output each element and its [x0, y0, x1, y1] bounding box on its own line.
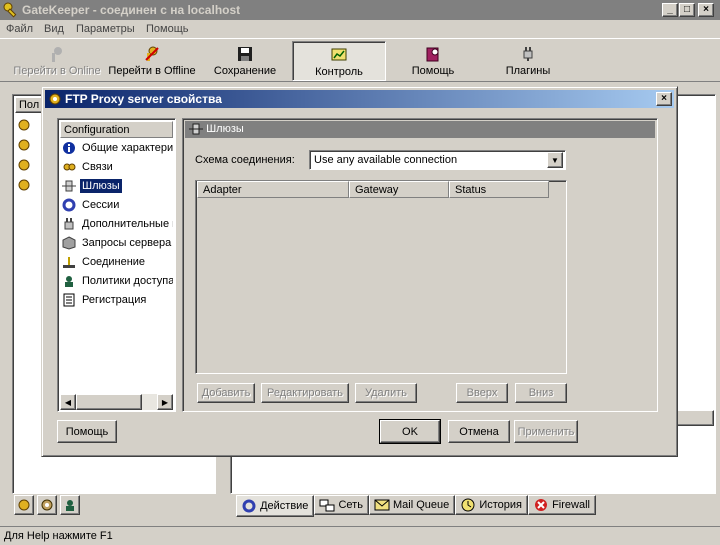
- gateway-icon: [189, 123, 203, 135]
- scroll-thumb[interactable]: [76, 394, 142, 410]
- tree-item-registration[interactable]: Регистрация: [62, 293, 148, 311]
- go-offline-button[interactable]: Перейти в Offline: [104, 41, 200, 81]
- dialog-title: FTP Proxy server свойства: [65, 92, 222, 106]
- tab-mail-queue[interactable]: Mail Queue: [368, 495, 456, 515]
- menu-file[interactable]: Файл: [6, 23, 33, 35]
- status-bar: Для Help нажмите F1: [0, 526, 720, 545]
- addons-icon: [64, 218, 74, 230]
- dialog-title-bar[interactable]: FTP Proxy server свойства ×: [45, 90, 674, 108]
- column-adapter[interactable]: Adapter: [197, 181, 349, 198]
- config-tree-header: Configuration: [60, 121, 173, 138]
- clock-icon: [461, 498, 475, 512]
- app-key-icon: [3, 2, 17, 18]
- dialog-gear-icon: [49, 93, 61, 105]
- toolbar: Перейти в Online Перейти в Offline Сохра…: [0, 38, 720, 82]
- view-tab-users[interactable]: [60, 495, 80, 515]
- plug-icon: [523, 47, 533, 61]
- move-up-button[interactable]: Вверх: [456, 383, 508, 403]
- scroll-right-button[interactable]: ▶: [157, 394, 173, 410]
- close-button[interactable]: ×: [698, 3, 714, 17]
- menu-options[interactable]: Параметры: [76, 23, 135, 35]
- view-tab-gears[interactable]: [37, 495, 57, 515]
- go-online-button[interactable]: Перейти в Online: [10, 41, 104, 81]
- edit-button[interactable]: Редактировать: [261, 383, 349, 403]
- tab-firewall[interactable]: Firewall: [528, 495, 596, 515]
- tab-history[interactable]: История: [455, 495, 529, 515]
- gateways-table[interactable]: Adapter Gateway Status: [195, 180, 567, 374]
- plugins-button[interactable]: Плагины: [490, 41, 566, 81]
- tree-item-sessions[interactable]: Сессии: [62, 198, 121, 216]
- maximize-button[interactable]: □: [679, 3, 695, 17]
- cancel-button[interactable]: Отмена: [448, 420, 510, 443]
- add-button[interactable]: Добавить: [197, 383, 255, 403]
- column-gateway[interactable]: Gateway: [349, 181, 449, 198]
- control-button[interactable]: Контроль: [292, 41, 386, 81]
- info-icon: [63, 142, 75, 154]
- scheme-label: Схема соединения:: [195, 154, 295, 166]
- floppy-disk-icon: [238, 47, 252, 61]
- column-status[interactable]: Status: [449, 181, 549, 198]
- servers-icon: [18, 499, 30, 511]
- stop-icon: [535, 499, 548, 511]
- arrows-cycle-icon: [242, 499, 256, 513]
- scheme-value: Use any available connection: [314, 154, 458, 166]
- key-offline-icon: [145, 46, 159, 61]
- access-policy-icon: [65, 276, 73, 287]
- save-button[interactable]: Сохранение: [206, 41, 284, 81]
- ok-button[interactable]: OK: [379, 419, 441, 444]
- tab-action[interactable]: Действие: [236, 495, 315, 517]
- connection-icon: [63, 257, 75, 268]
- properties-dialog: FTP Proxy server свойства × Configuratio…: [41, 86, 678, 457]
- server-requests-icon: [62, 236, 76, 250]
- network-icon: [319, 499, 335, 512]
- gateway-icon: [62, 180, 76, 192]
- registration-icon: [63, 293, 75, 307]
- tree-horizontal-scrollbar[interactable]: ◀ ▶: [60, 394, 173, 410]
- envelope-icon: [374, 499, 390, 511]
- move-down-button[interactable]: Вниз: [515, 383, 567, 403]
- scroll-left-button[interactable]: ◀: [60, 394, 76, 410]
- connection-scheme-select[interactable]: Use any available connection ▼: [309, 150, 566, 170]
- server-list-icons: [18, 119, 30, 191]
- menu-view[interactable]: Вид: [44, 23, 64, 35]
- panel-header: Шлюзы: [185, 121, 655, 138]
- tree-item-server-requests[interactable]: Запросы сервера: [62, 236, 173, 254]
- sessions-icon: [62, 198, 76, 212]
- tree-item-links[interactable]: Связи: [62, 160, 115, 178]
- delete-button[interactable]: Удалить: [355, 383, 417, 403]
- status-text: Для Help нажмите F1: [4, 530, 113, 542]
- monitor-chart-icon: [331, 48, 347, 61]
- view-tab-servers[interactable]: [14, 495, 34, 515]
- minimize-button[interactable]: _: [662, 3, 678, 17]
- menu-help[interactable]: Помощь: [146, 23, 189, 35]
- tree-item-connection[interactable]: Соединение: [62, 255, 147, 273]
- links-icon: [63, 163, 76, 171]
- tree-item-access-policies[interactable]: Политики доступа: [62, 274, 173, 292]
- gears-icon: [41, 499, 53, 511]
- user-icon: [66, 500, 74, 511]
- tab-network[interactable]: Сеть: [314, 495, 369, 515]
- config-tree-items: Общие характеристики Связи Шлюзы Сессии …: [58, 139, 173, 393]
- tree-item-advanced[interactable]: Дополнительные параметры: [62, 217, 173, 235]
- bottom-tabs: Действие Сеть Mail Queue История Firewal…: [236, 495, 596, 517]
- panel-title: Шлюзы: [206, 123, 244, 135]
- config-tree[interactable]: Configuration Общие характеристики Связи…: [57, 118, 176, 412]
- tree-item-general[interactable]: Общие характеристики: [62, 141, 173, 159]
- help-button[interactable]: Помощь: [392, 41, 474, 81]
- main-title-bar[interactable]: GateKeeper - соединен с на localhost _ □…: [0, 0, 720, 20]
- help-book-icon: [426, 47, 439, 62]
- chevron-down-icon[interactable]: ▼: [547, 152, 563, 168]
- menu-bar: Файл Вид Параметры Помощь: [0, 20, 720, 38]
- tree-item-gateways[interactable]: Шлюзы: [62, 178, 122, 197]
- apply-button[interactable]: Применить: [514, 420, 578, 443]
- window-title: GateKeeper - соединен с на localhost: [22, 3, 241, 17]
- dialog-close-button[interactable]: ×: [656, 92, 672, 106]
- dialog-help-button[interactable]: Помощь: [57, 420, 117, 443]
- key-icon: [52, 47, 62, 62]
